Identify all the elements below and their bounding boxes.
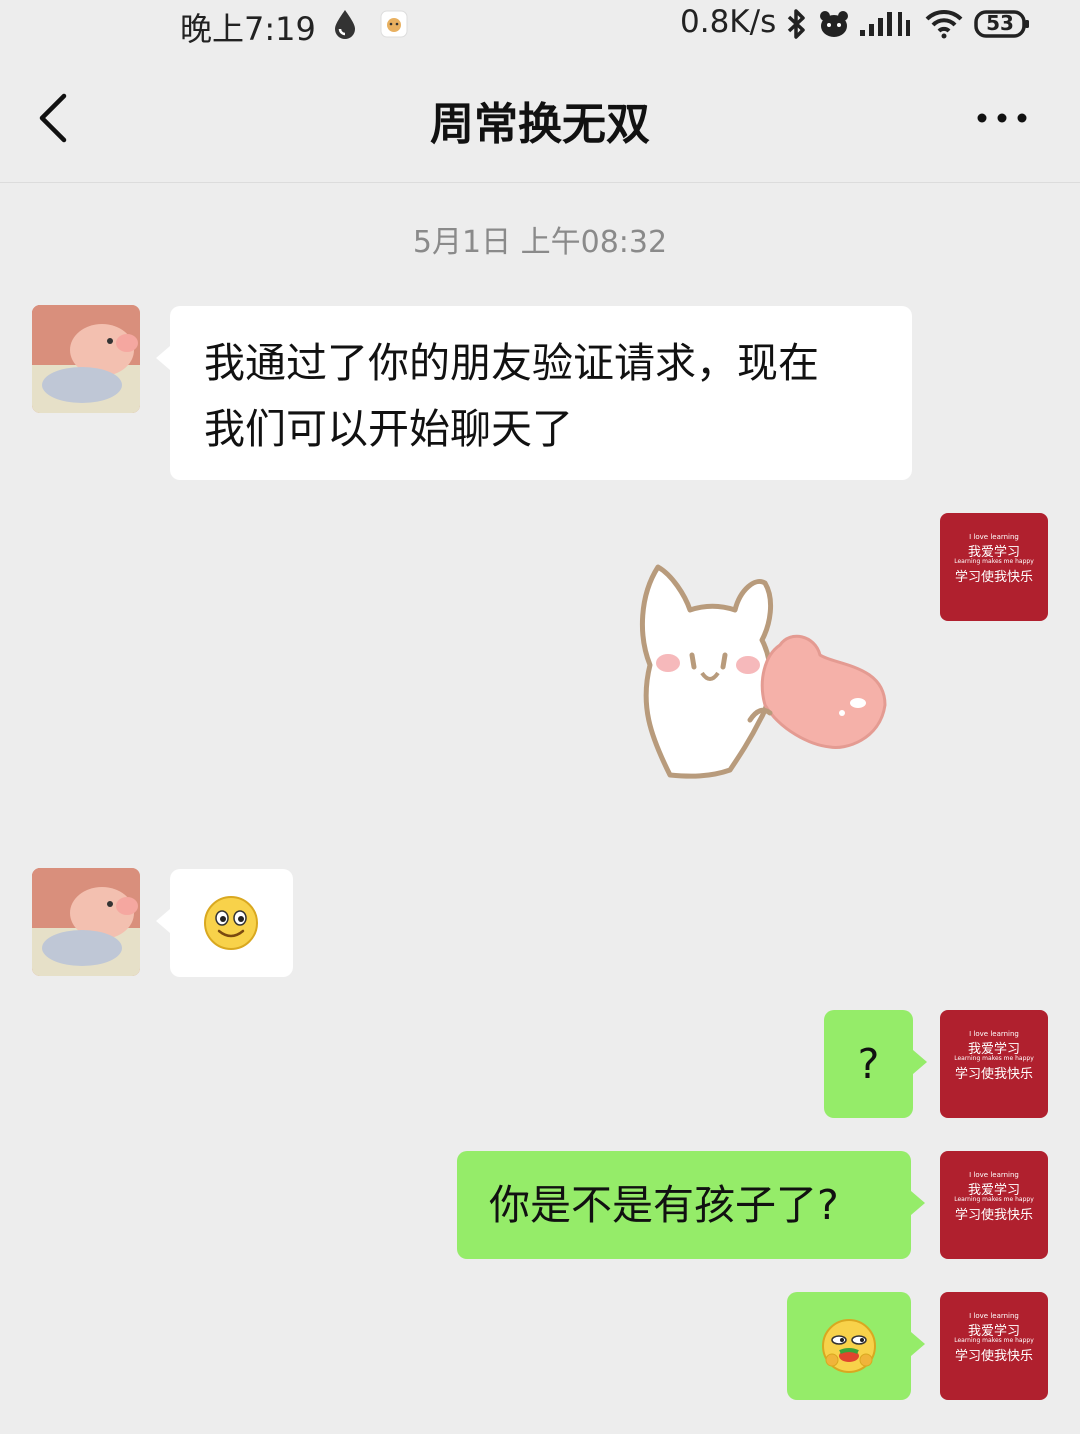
outgoing-message-bubble[interactable]: 你是不是有孩子了?	[457, 1151, 925, 1259]
signal-icon	[860, 12, 910, 36]
message-timestamp: 5月1日 上午08:32	[412, 225, 668, 260]
avatar-text-cn: 学习使我快乐	[954, 570, 1033, 585]
message-text-line: 我通过了你的朋友验证请求，现在	[204, 339, 819, 387]
avatar-text-cn: 学习使我快乐	[954, 1067, 1033, 1082]
eating-emoji-icon	[822, 1319, 876, 1373]
bluetooth-icon	[787, 9, 805, 39]
contact-name-title: 周常换无双	[430, 99, 650, 150]
my-avatar[interactable]: I love learning 我爱学习 Learning makes me h…	[940, 1292, 1048, 1400]
wifi-icon	[925, 9, 963, 39]
network-speed: 0.8K/s	[680, 4, 777, 40]
avatar-text-en: Learning makes me happy	[954, 1337, 1034, 1344]
my-avatar[interactable]: I love learning 我爱学习 Learning makes me h…	[940, 513, 1048, 621]
avatar-text-en: I love learning	[969, 533, 1019, 541]
bunny-heart-sticker[interactable]	[630, 555, 895, 785]
avatar-text-en: I love learning	[969, 1030, 1019, 1038]
pig-avatar-image	[32, 868, 140, 976]
bear-icon	[820, 11, 848, 37]
avatar-text-en: I love learning	[969, 1312, 1019, 1320]
message-text: 你是不是有孩子了?	[489, 1181, 839, 1229]
avatar-text-cn: 学习使我快乐	[954, 1208, 1033, 1223]
chat-header: 周常换无双	[0, 50, 1080, 183]
pig-avatar-image	[32, 305, 140, 413]
contact-avatar[interactable]	[32, 305, 140, 413]
drop-icon	[335, 10, 355, 39]
avatar-text-en: I love learning	[969, 1171, 1019, 1179]
outgoing-message-bubble[interactable]: ?	[824, 1010, 927, 1118]
incoming-message-bubble[interactable]	[156, 869, 293, 977]
avatar-text-en: Learning makes me happy	[954, 1055, 1034, 1062]
outgoing-message-bubble[interactable]	[787, 1292, 925, 1400]
status-bar: 晚上7:19 0.8K/s 53	[0, 0, 1080, 50]
more-options-icon[interactable]	[972, 108, 1032, 128]
contact-avatar[interactable]	[32, 868, 140, 976]
message-text: ?	[857, 1040, 880, 1088]
incoming-message-bubble[interactable]: 我通过了你的朋友验证请求，现在 我们可以开始聊天了	[156, 306, 912, 480]
my-avatar[interactable]: I love learning 我爱学习 Learning makes me h…	[940, 1010, 1048, 1118]
my-avatar[interactable]: I love learning 我爱学习 Learning makes me h…	[940, 1151, 1048, 1259]
app-notification-icon	[380, 10, 408, 38]
avatar-text-en: Learning makes me happy	[954, 558, 1034, 565]
avatar-text-cn: 学习使我快乐	[954, 1349, 1033, 1364]
battery-level: 53	[986, 11, 1014, 35]
avatar-text-en: Learning makes me happy	[954, 1196, 1034, 1203]
smile-emoji-icon	[204, 896, 258, 950]
status-time: 晚上7:19	[180, 10, 316, 48]
message-text-line: 我们可以开始聊天了	[204, 405, 573, 453]
